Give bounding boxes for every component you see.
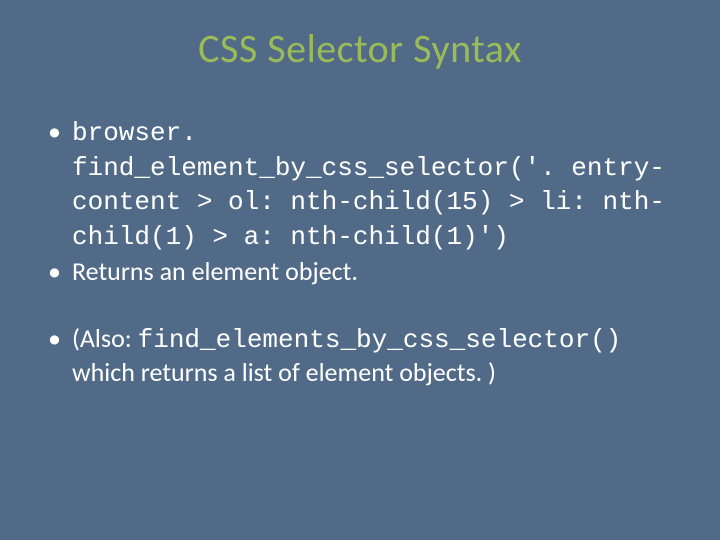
list-item: Returns an element object. [42, 255, 678, 288]
list-item: browser. find_element_by_css_selector('.… [42, 115, 678, 253]
bullet-list: (Also: find_elements_by_css_selector() w… [42, 322, 678, 389]
slide: CSS Selector Syntax browser. find_elemen… [0, 0, 720, 540]
code-snippet: browser. find_element_by_css_selector('.… [72, 118, 665, 252]
slide-title: CSS Selector Syntax [0, 24, 720, 73]
code-snippet: find_elements_by_css_selector() [138, 325, 622, 355]
slide-body: browser. find_element_by_css_selector('.… [42, 115, 678, 389]
bullet-text: Returns an element object. [72, 255, 358, 287]
bullet-text-pre: (Also: [72, 322, 138, 354]
bullet-list: browser. find_element_by_css_selector('.… [42, 115, 678, 288]
list-item: (Also: find_elements_by_css_selector() w… [42, 322, 678, 389]
blank-line [42, 288, 678, 322]
bullet-text-post: which returns a list of element objects.… [72, 356, 496, 388]
